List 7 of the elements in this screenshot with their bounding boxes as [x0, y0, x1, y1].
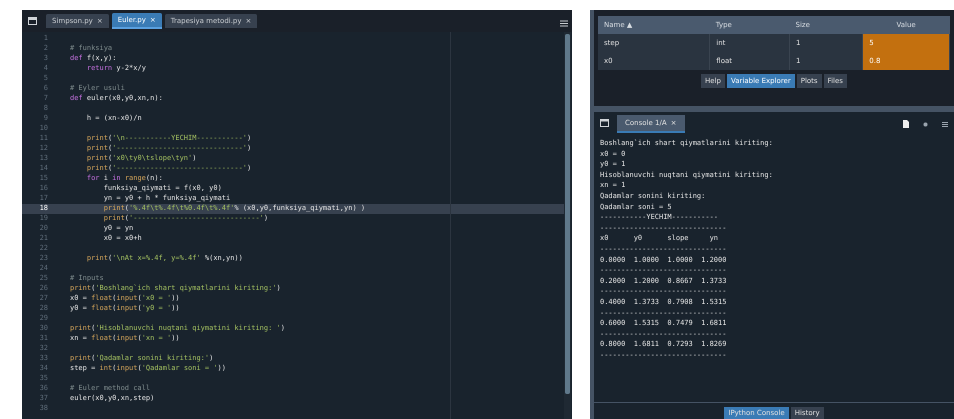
menu-icon[interactable]: [942, 122, 948, 126]
window-icon[interactable]: [28, 17, 37, 25]
menu-icon[interactable]: [560, 20, 568, 26]
document-icon[interactable]: [903, 120, 909, 128]
scrollbar[interactable]: [564, 32, 571, 419]
window-icon[interactable]: [600, 119, 609, 127]
scrollbar-thumb[interactable]: [565, 34, 570, 394]
